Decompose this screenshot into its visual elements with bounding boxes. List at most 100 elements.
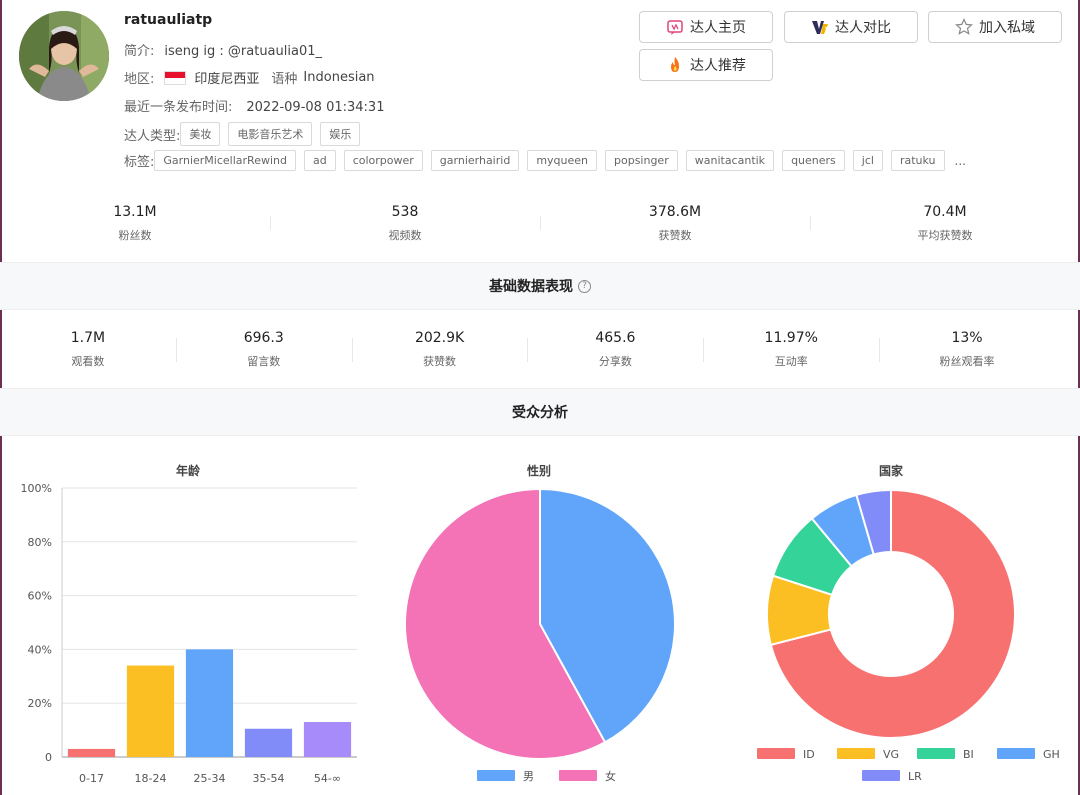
stat-value: 538	[391, 204, 419, 220]
stat-label: 观看数	[71, 355, 105, 368]
star-icon	[955, 18, 973, 36]
overview-stats: 13.1M 粉丝数 538 视频数 378.6M 获赞数 70.4M 平均获赞数	[0, 196, 1080, 256]
tag-chip[interactable]: wanitacantik	[685, 150, 775, 171]
bio-row: 简介: iseng ig : @ratuaulia01_	[124, 40, 322, 59]
bio-value: iseng ig : @ratuaulia01_	[164, 44, 322, 59]
avatar[interactable]	[19, 11, 109, 101]
bio-label: 简介:	[124, 44, 155, 59]
y-tick-label: 80%	[28, 536, 52, 549]
latest-post-row: 最近一条发布时间: 2022-09-08 01:34:31	[124, 96, 384, 115]
y-tick-label: 0	[45, 751, 52, 764]
creator-name: ratuauliatp	[124, 12, 213, 28]
stat-value: 70.4M	[923, 204, 967, 220]
bar	[126, 665, 175, 757]
region-label: 地区:	[124, 72, 155, 87]
section-title: 基础数据表现	[489, 279, 573, 295]
stat-views: 1.7M 观看数	[0, 320, 176, 380]
creator-compare-button[interactable]: 达人对比	[784, 11, 918, 43]
stat-likes-basic: 202.9K 获赞数	[351, 320, 528, 380]
creator-recommend-button[interactable]: 达人推荐	[639, 49, 773, 81]
stat-value: 13%	[951, 330, 983, 346]
legend-swatch	[837, 748, 875, 759]
tag-chip[interactable]: popsinger	[605, 150, 678, 171]
stat-shares: 465.6 分享数	[527, 320, 703, 380]
language-value: Indonesian	[303, 70, 375, 85]
section-title: 受众分析	[512, 405, 568, 421]
legend-label: BI	[963, 748, 974, 761]
country-donut-chart: ID VG BI GH LR	[757, 488, 1060, 783]
x-tick-label: 18-24	[135, 772, 167, 785]
legend-label: ID	[803, 748, 815, 761]
stat-value: 1.7M	[70, 330, 106, 346]
stat-engagement: 11.97% 互动率	[703, 320, 879, 380]
legend-swatch	[757, 748, 795, 759]
x-tick-label: 35-54	[253, 772, 285, 785]
creator-types-row: 达人类型: 美妆 电影音乐艺术 娱乐	[124, 122, 368, 146]
region-value: 印度尼西亚	[194, 72, 260, 87]
stat-followers: 13.1M 粉丝数	[0, 196, 270, 256]
latest-post-value: 2022-09-08 01:34:31	[246, 100, 385, 115]
legend-swatch	[559, 770, 597, 781]
fire-icon	[666, 56, 684, 74]
stat-videos: 538 视频数	[270, 196, 540, 256]
legend-label: LR	[908, 770, 922, 783]
y-tick-label: 60%	[28, 590, 52, 603]
stat-comments: 696.3 留言数	[175, 320, 352, 380]
bar	[244, 728, 293, 757]
latest-post-label: 最近一条发布时间:	[124, 100, 233, 115]
region-row: 地区: 印度尼西亚 语种 Indonesian	[124, 68, 375, 87]
stat-label: 平均获赞数	[917, 229, 973, 242]
profile-header: ratuauliatp 简介: iseng ig : @ratuaulia01_ …	[0, 0, 1080, 190]
legend-swatch	[917, 748, 955, 759]
help-icon[interactable]: ?	[578, 279, 591, 293]
section-header-basic: 基础数据表现 ?	[0, 262, 1080, 310]
stat-label: 获赞数	[423, 355, 457, 368]
avatar-image	[19, 11, 109, 101]
tag-chip[interactable]: myqueen	[527, 150, 597, 171]
language-label: 语种	[271, 72, 298, 87]
tags-row: 标签: GarnierMicellarRewind ad colorpower …	[124, 150, 966, 171]
creator-compare-label: 达人对比	[835, 20, 891, 36]
type-chip[interactable]: 娱乐	[320, 122, 361, 146]
y-tick-label: 20%	[28, 697, 52, 710]
type-chip[interactable]: 电影音乐艺术	[228, 122, 313, 146]
creator-home-button[interactable]: 达人主页	[639, 11, 773, 43]
stat-label: 获赞数	[658, 229, 692, 242]
stat-value: 202.9K	[414, 330, 465, 346]
legend-label: GH	[1043, 748, 1060, 761]
stat-fan-view-rate: 13% 粉丝观看率	[879, 320, 1055, 380]
gender-pie-chart: 男女	[404, 487, 676, 783]
creator-recommend-label: 达人推荐	[690, 58, 746, 74]
tag-chip[interactable]: colorpower	[343, 150, 423, 171]
legend-swatch	[997, 748, 1035, 759]
stat-avg-likes: 70.4M 平均获赞数	[810, 196, 1080, 256]
home-page-icon	[666, 18, 684, 36]
stat-value: 465.6	[595, 330, 636, 346]
x-tick-label: 25-34	[194, 772, 226, 785]
stat-label: 互动率	[774, 355, 808, 368]
x-tick-label: 0-17	[79, 772, 104, 785]
tag-chip[interactable]: garnierhairid	[430, 150, 520, 171]
x-tick-label: 54-∞	[314, 772, 341, 785]
stat-value: 11.97%	[764, 330, 818, 346]
add-private-button[interactable]: 加入私域	[928, 11, 1062, 43]
tag-chip[interactable]: ratuku	[890, 150, 945, 171]
bar	[67, 748, 116, 757]
tag-chip[interactable]: GarnierMicellarRewind	[154, 150, 296, 171]
tag-chip[interactable]: jcl	[852, 150, 883, 171]
stat-label: 分享数	[598, 355, 632, 368]
indonesia-flag-icon	[164, 70, 187, 85]
stat-label: 粉丝观看率	[939, 355, 995, 368]
stat-label: 视频数	[388, 229, 422, 242]
type-chip[interactable]: 美妆	[180, 122, 221, 146]
stat-value: 696.3	[243, 330, 284, 346]
stat-label: 留言数	[247, 355, 281, 368]
legend-label: 女	[605, 769, 616, 783]
stat-likes: 378.6M 获赞数	[540, 196, 810, 256]
basic-stats: 1.7M 观看数 696.3 留言数 202.9K 获赞数 465.6 分享数 …	[0, 320, 1055, 380]
tags-more[interactable]: ...	[955, 154, 966, 168]
creator-types-label: 达人类型:	[124, 128, 181, 144]
creator-home-label: 达人主页	[690, 20, 746, 36]
tag-chip[interactable]: queners	[782, 150, 845, 171]
tag-chip[interactable]: ad	[303, 150, 336, 171]
